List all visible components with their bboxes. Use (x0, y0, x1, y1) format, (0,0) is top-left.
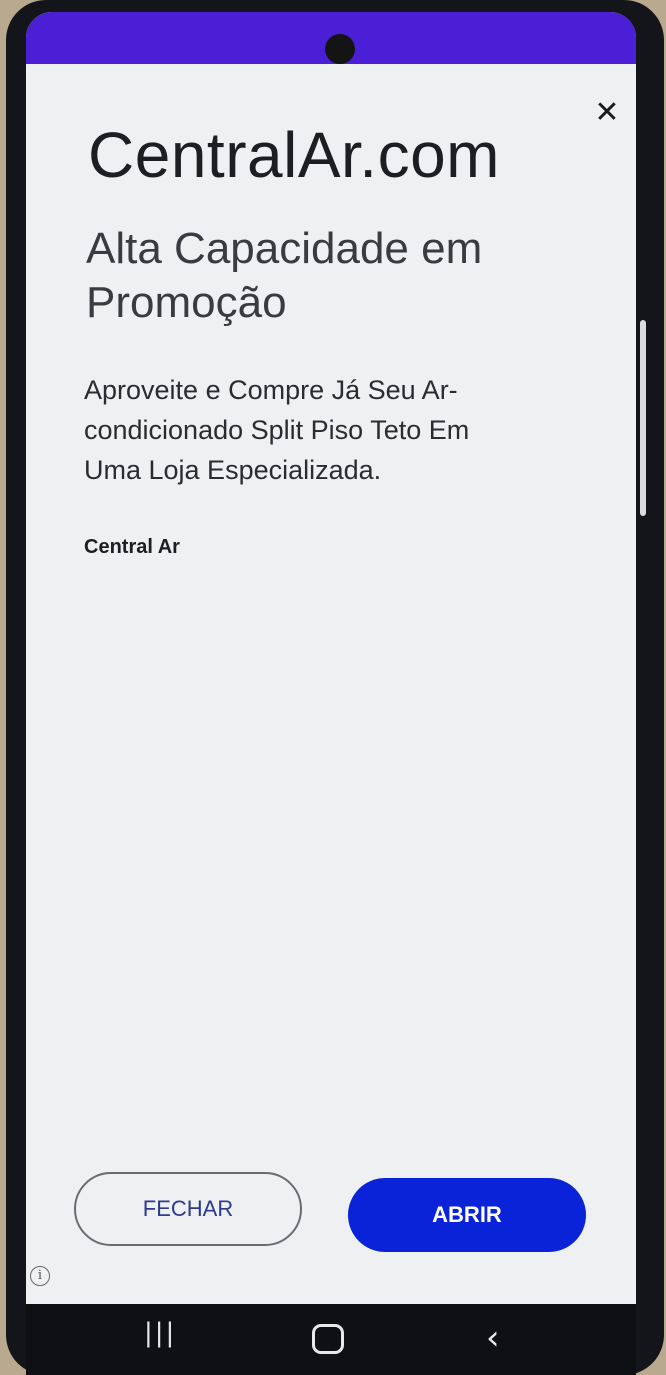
open-button[interactable]: ABRIR (348, 1178, 586, 1252)
close-button[interactable]: FECHAR (74, 1172, 302, 1246)
ad-screen (26, 12, 636, 1304)
info-icon[interactable]: i (30, 1266, 50, 1286)
ad-subheadline: Alta Capacidade em Promoção (86, 224, 483, 327)
ad-description: Aproveite e Compre Já Seu Ar-condicionad… (84, 375, 470, 485)
advertiser-name: Central Ar (84, 536, 180, 558)
recents-icon[interactable]: ||| (144, 1318, 176, 1348)
scrollbar[interactable] (640, 320, 646, 516)
ad-headline: CentralAr.com (88, 119, 500, 191)
home-icon[interactable] (312, 1324, 344, 1354)
back-icon[interactable]: ‹ (486, 1318, 500, 1358)
close-icon[interactable]: ✕ (590, 96, 624, 130)
front-camera (325, 34, 355, 64)
